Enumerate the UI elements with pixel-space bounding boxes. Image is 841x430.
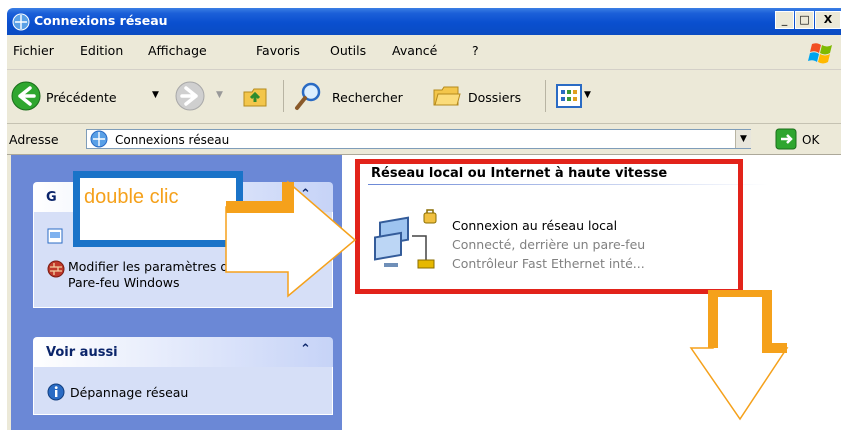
tasks-panel-title: G [46,190,57,205]
views-icon[interactable] [556,84,582,108]
menu-edition[interactable]: Edition [80,43,123,58]
maximize-button[interactable]: □ [795,11,814,29]
menu-avance[interactable]: Avancé [392,43,437,58]
windows-logo-icon [808,43,832,64]
address-value: Connexions réseau [115,133,230,147]
menu-outils[interactable]: Outils [330,43,366,58]
collapse-chevron-icon[interactable]: ⌃ [300,342,311,357]
views-dropdown-icon[interactable]: ▼ [584,90,591,100]
back-button-label[interactable]: Précédente [46,90,117,105]
toolbar-separator [283,80,284,112]
network-connections-icon [90,130,108,148]
menu-favoris[interactable]: Favoris [256,43,300,58]
info-icon [47,383,65,401]
minimize-button[interactable]: _ [775,11,794,29]
menu-affichage[interactable]: Affichage [148,43,207,58]
toolbar-separator [545,80,546,112]
forward-dropdown-icon[interactable]: ▼ [216,90,223,100]
search-icon[interactable] [293,80,325,112]
search-button-label[interactable]: Rechercher [332,90,403,105]
window-title: Connexions réseau [34,13,168,28]
menu-fichier[interactable]: Fichier [13,43,54,58]
forward-arrow-icon[interactable] [174,80,206,112]
down-arrow-annotation [689,290,789,421]
firewall-icon [47,260,65,278]
address-dropdown-icon[interactable]: ▼ [735,130,751,148]
double-click-label: double clic [84,186,179,208]
folders-button-label[interactable]: Dossiers [468,90,521,105]
toolbar [7,70,841,124]
back-arrow-icon[interactable] [10,80,42,112]
see-also-title: Voir aussi [46,345,118,360]
menu-help[interactable]: ? [472,43,479,58]
double-click-label-box [73,171,243,247]
go-button-label[interactable]: OK [802,133,819,147]
address-label: Adresse [9,132,59,147]
network-connections-icon [12,13,30,31]
right-arrow-annotation [225,180,357,298]
folders-icon[interactable] [432,82,462,110]
go-arrow-icon[interactable] [775,128,797,150]
close-button[interactable]: X [815,11,841,29]
up-folder-icon[interactable] [241,82,269,110]
highlight-box [355,159,743,294]
troubleshoot-link[interactable]: Dépannage réseau [70,385,188,400]
network-task-icon [47,228,63,244]
back-dropdown-icon[interactable]: ▼ [152,90,159,100]
